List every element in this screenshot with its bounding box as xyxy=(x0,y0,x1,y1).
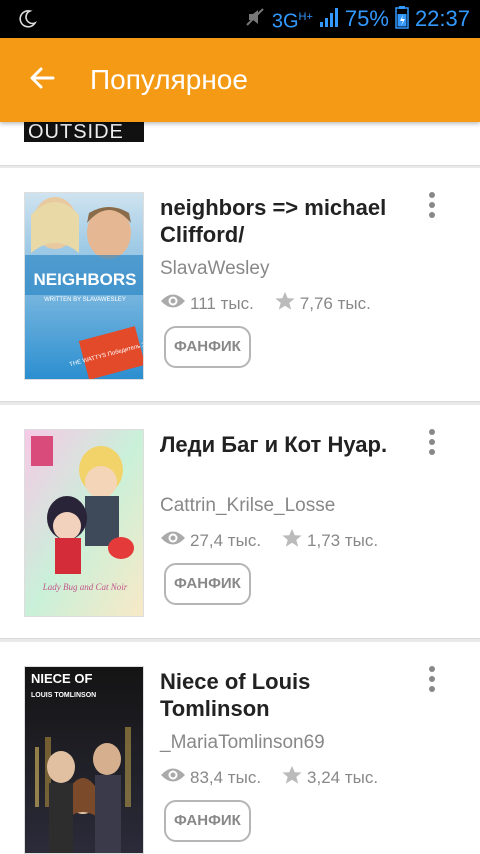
page-title: Популярное xyxy=(90,64,248,95)
network-type: 3GH+ xyxy=(271,10,313,33)
more-vert-icon[interactable] xyxy=(420,425,444,459)
story-cover[interactable]: NEIGHBORS WRITTEN BY SLAVAWESLEY THE WAT… xyxy=(24,192,144,380)
reads-count: 111 тыс. xyxy=(190,293,254,313)
votes-count: 3,24 тыс. xyxy=(307,767,379,787)
story-title[interactable]: Niece of Louis Tomlinson xyxy=(160,668,410,722)
signal-icon xyxy=(319,6,339,33)
story-card[interactable]: Lady Bug and Cat Noir Леди Баг и Кот Нуа… xyxy=(0,405,480,639)
story-stats: 83,4 тыс. 3,24 тыс. xyxy=(160,764,378,791)
story-stats: 111 тыс. 7,76 тыс. xyxy=(160,290,371,317)
eye-icon xyxy=(160,766,186,789)
reads-count: 83,4 тыс. xyxy=(190,767,262,787)
star-icon xyxy=(281,764,303,791)
story-stats: 27,4 тыс. 1,73 тыс. xyxy=(160,527,378,554)
votes-count: 7,76 тыс. xyxy=(299,293,371,313)
moon-icon xyxy=(16,8,38,30)
genre-tag[interactable]: ФАНФИК xyxy=(164,326,251,368)
votes-count: 1,73 тыс. xyxy=(307,530,379,550)
eye-icon xyxy=(160,292,186,315)
story-author[interactable]: Cattrin_Krilse_Losse xyxy=(160,495,335,517)
story-cover[interactable]: NIECE OF LOUIS TOMLINSON xyxy=(24,666,144,854)
story-card[interactable]: NEIGHBORS WRITTEN BY SLAVAWESLEY THE WAT… xyxy=(0,168,480,402)
more-vert-icon[interactable] xyxy=(420,662,444,696)
story-card-partial[interactable]: OUTSIDE xyxy=(0,122,480,166)
mute-icon xyxy=(244,6,266,33)
story-cover-title: Lady Bug and Cat Noir xyxy=(42,582,128,592)
story-cover-partial: OUTSIDE xyxy=(24,122,144,142)
story-card[interactable]: NIECE OF LOUIS TOMLINSON Niece of Louis … xyxy=(0,642,480,854)
story-author[interactable]: _MariaTomlinson69 xyxy=(160,732,325,754)
star-icon xyxy=(281,527,303,554)
reads-count: 27,4 тыс. xyxy=(190,530,262,550)
arrow-left-icon xyxy=(29,65,55,96)
clock: 22:37 xyxy=(414,6,470,31)
votes-stat: 1,73 тыс. xyxy=(281,527,378,554)
story-title[interactable]: neighbors => michael Clifford/ xyxy=(160,194,410,248)
votes-stat: 3,24 тыс. xyxy=(281,764,378,791)
app-bar: Популярное xyxy=(0,38,480,122)
story-title[interactable]: Леди Баг и Кот Нуар. xyxy=(160,431,410,458)
battery-icon xyxy=(395,5,409,34)
status-icons: 3GH+ 75% 22:37 xyxy=(244,5,470,33)
story-list[interactable]: OUTSIDE NEIGHBORS WRITTEN BY SLAVAWESLEY xyxy=(0,122,480,854)
back-button[interactable] xyxy=(20,58,64,102)
status-bar: 3GH+ 75% 22:37 xyxy=(0,0,480,38)
eye-icon xyxy=(160,529,186,552)
story-cover[interactable]: Lady Bug and Cat Noir xyxy=(24,429,144,617)
battery-percent: 75% xyxy=(344,6,389,31)
genre-tag[interactable]: ФАНФИК xyxy=(164,800,251,842)
reads-stat: 83,4 тыс. xyxy=(160,766,261,789)
genre-tag[interactable]: ФАНФИК xyxy=(164,563,251,605)
story-author[interactable]: SlavaWesley xyxy=(160,258,269,280)
story-cover-subtitle: WRITTEN BY SLAVAWESLEY xyxy=(44,297,126,303)
story-cover-title: NIECE OF xyxy=(31,671,92,686)
more-vert-icon[interactable] xyxy=(420,188,444,222)
story-cover-subtitle: LOUIS TOMLINSON xyxy=(31,692,96,699)
votes-stat: 7,76 тыс. xyxy=(274,290,371,317)
story-cover-title: NEIGHBORS xyxy=(34,270,137,289)
reads-stat: 111 тыс. xyxy=(160,292,254,315)
reads-stat: 27,4 тыс. xyxy=(160,529,261,552)
star-icon xyxy=(274,290,296,317)
